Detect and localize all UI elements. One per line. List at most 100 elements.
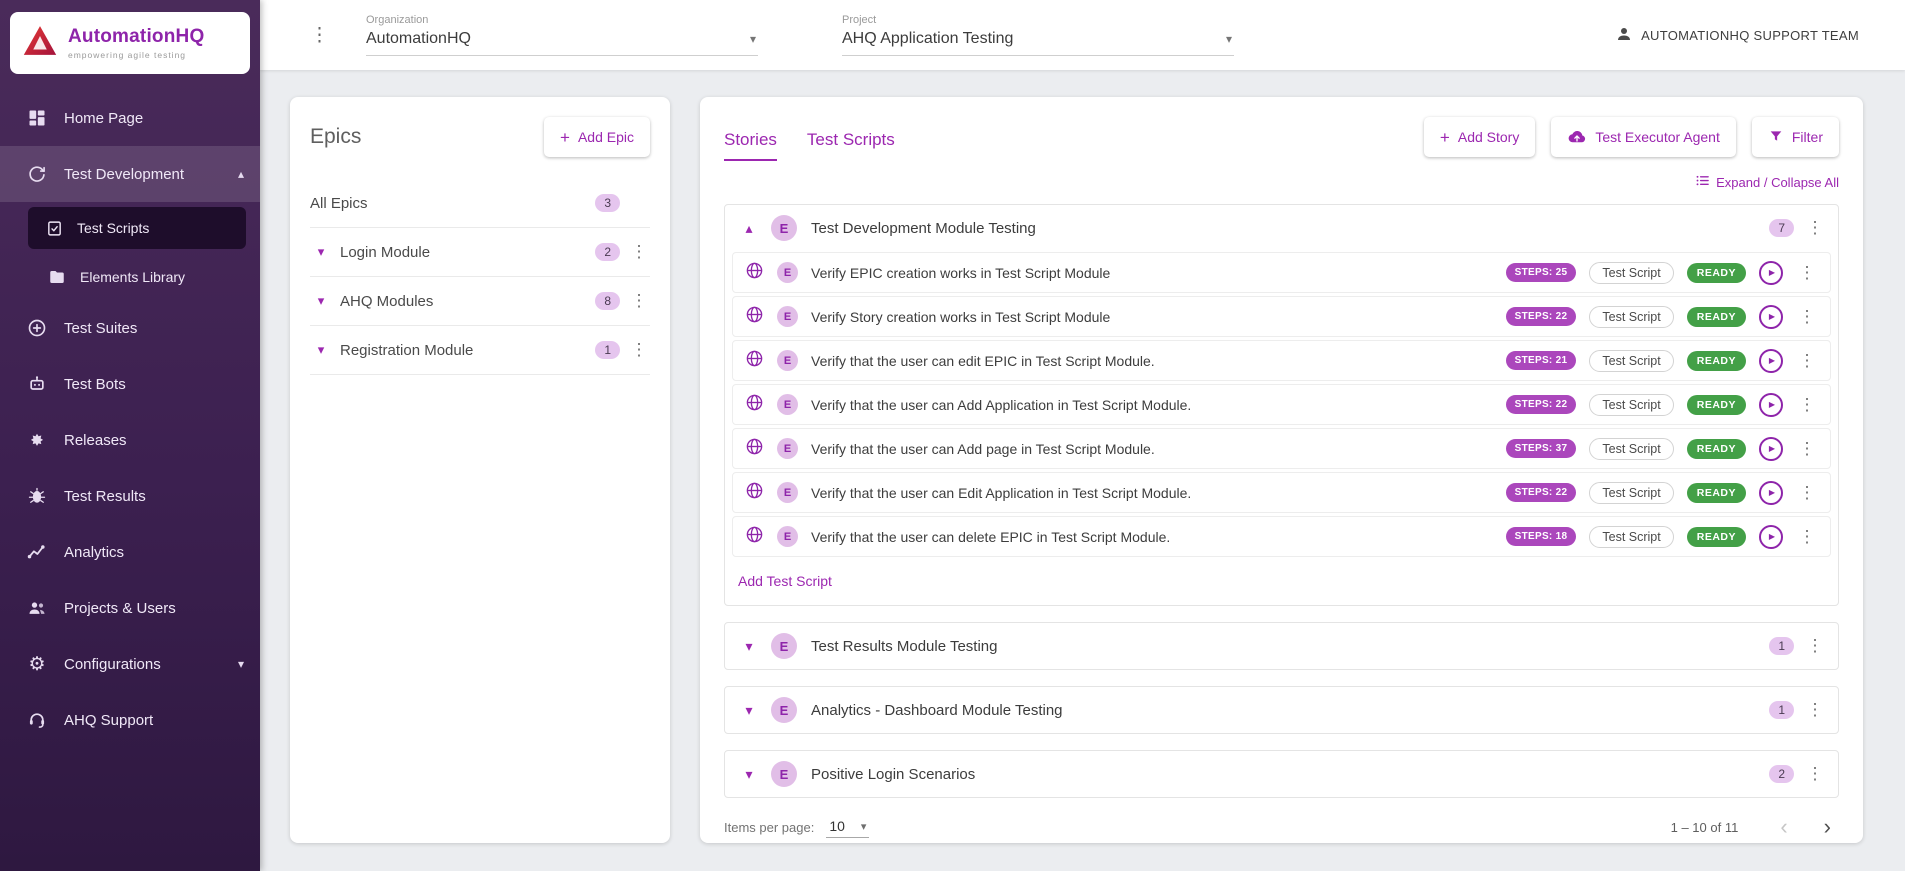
organization-select[interactable]: Organization AutomationHQ ▾ (366, 14, 758, 56)
epic-group-count-badge: 2 (1769, 765, 1794, 783)
chevron-down-icon[interactable]: ▾ (310, 342, 332, 358)
project-select[interactable]: Project AHQ Application Testing ▾ (842, 14, 1234, 56)
sidebar-item-projects-users[interactable]: Projects & Users (0, 580, 260, 636)
run-button[interactable]: ▶ (1759, 260, 1783, 285)
run-button[interactable]: ▶ (1759, 304, 1783, 329)
plus-icon: + (1439, 127, 1450, 147)
tab-stories[interactable]: Stories (724, 130, 777, 161)
chevron-down-icon[interactable]: ▾ (737, 766, 761, 783)
sidebar-item-elements-library[interactable]: Elements Library (0, 254, 260, 300)
globe-icon (745, 261, 764, 285)
expand-collapse-all-link[interactable]: Expand / Collapse All (1695, 173, 1839, 191)
story-row[interactable]: E Verify Story creation works in Test Sc… (732, 296, 1831, 337)
sidebar-item-test-scripts[interactable]: Test Scripts (28, 207, 246, 249)
story-title: Verify Story creation works in Test Scri… (811, 308, 1111, 325)
story-row[interactable]: E Verify that the user can edit EPIC in … (732, 340, 1831, 381)
sidebar-item-ahq-support[interactable]: AHQ Support (0, 692, 260, 748)
story-rows: E Verify EPIC creation works in Test Scr… (725, 251, 1838, 557)
kebab-menu-icon[interactable]: ⋮ (628, 340, 650, 360)
line-chart-icon (26, 542, 48, 562)
kebab-menu-icon[interactable]: ⋮ (1796, 483, 1818, 503)
chevron-up-icon[interactable]: ▴ (238, 167, 244, 181)
chevron-down-icon[interactable]: ▾ (750, 32, 756, 46)
sidebar-item-releases[interactable]: Releases (0, 412, 260, 468)
epic-avatar: E (771, 761, 797, 787)
kebab-menu-icon[interactable]: ⋮ (1804, 636, 1826, 656)
add-story-button[interactable]: + Add Story (1423, 117, 1536, 157)
filter-button[interactable]: Filter (1751, 117, 1839, 157)
story-row[interactable]: E Verify that the user can Add page in T… (732, 428, 1831, 469)
kebab-menu-icon[interactable]: ⋮ (1796, 527, 1818, 547)
kebab-menu-icon[interactable]: ⋮ (1796, 307, 1818, 327)
more-options-icon[interactable]: ⋮ (310, 24, 329, 47)
globe-icon (745, 481, 764, 505)
sidebar-item-test-bots[interactable]: Test Bots (0, 356, 260, 412)
epic-group-title: Test Results Module Testing (811, 637, 998, 655)
bug-icon (26, 486, 48, 506)
chevron-down-icon[interactable]: ▾ (737, 702, 761, 719)
kebab-menu-icon[interactable]: ⋮ (1804, 764, 1826, 784)
users-icon (26, 598, 48, 618)
epic-group-collapsed[interactable]: ▾ E Test Results Module Testing 1 ⋮ (724, 622, 1839, 670)
epic-group-collapsed[interactable]: ▾ E Positive Login Scenarios 2 ⋮ (724, 750, 1839, 798)
tab-test-scripts[interactable]: Test Scripts (807, 130, 895, 161)
epic-avatar: E (777, 438, 798, 459)
kebab-menu-icon[interactable]: ⋮ (1796, 351, 1818, 371)
robot-icon (26, 374, 48, 394)
epic-list-item-all[interactable]: All Epics 3 ⋮ (310, 179, 650, 228)
chevron-down-icon[interactable]: ▾ (238, 657, 244, 671)
chevron-up-icon[interactable]: ▴ (737, 220, 761, 237)
sidebar-item-test-suites[interactable]: Test Suites (0, 300, 260, 356)
sidebar-item-analytics[interactable]: Analytics (0, 524, 260, 580)
run-button[interactable]: ▶ (1759, 436, 1783, 461)
next-page-button[interactable]: › (1824, 816, 1831, 838)
epic-group-collapsed[interactable]: ▾ E Analytics - Dashboard Module Testing… (724, 686, 1839, 734)
epic-avatar: E (771, 215, 797, 241)
kebab-menu-icon[interactable]: ⋮ (1796, 395, 1818, 415)
kebab-menu-icon[interactable]: ⋮ (1804, 218, 1826, 238)
kebab-menu-icon[interactable]: ⋮ (1804, 700, 1826, 720)
story-row[interactable]: E Verify that the user can Edit Applicat… (732, 472, 1831, 513)
epics-list: All Epics 3 ⋮ ▾ Login Module 2 ⋮ ▾ AHQ M… (310, 179, 650, 375)
topbar: ⋮ Organization AutomationHQ ▾ Project AH… (260, 0, 1905, 70)
add-epic-button[interactable]: + Add Epic (544, 117, 650, 157)
add-test-script-link[interactable]: Add Test Script (725, 560, 1838, 605)
chevron-down-icon[interactable]: ▾ (1226, 32, 1232, 46)
sidebar-item-home-page[interactable]: Home Page (0, 90, 260, 146)
kebab-menu-icon[interactable]: ⋮ (1796, 439, 1818, 459)
status-badge: READY (1686, 306, 1746, 327)
pagination: Items per page: 10 ▾ 1 – 10 of 11 ‹ › (724, 816, 1839, 838)
epic-count-badge: 1 (595, 341, 620, 359)
test-executor-agent-button[interactable]: Test Executor Agent (1551, 117, 1736, 157)
story-row[interactable]: E Verify that the user can Add Applicati… (732, 384, 1831, 425)
user-menu[interactable]: AUTOMATIONHQ SUPPORT TEAM (1615, 25, 1859, 46)
sidebar-item-test-development[interactable]: Test Development ▴ (0, 146, 260, 202)
run-button[interactable]: ▶ (1759, 392, 1783, 417)
sidebar-item-label: Home Page (64, 109, 144, 127)
epics-panel: Epics + Add Epic All Epics 3 ⋮ ▾ Login M… (290, 97, 670, 843)
items-per-page-select[interactable]: 10 ▾ (826, 816, 870, 838)
epic-list-item[interactable]: ▾ Login Module 2 ⋮ (310, 228, 650, 277)
run-button[interactable]: ▶ (1759, 524, 1783, 549)
epic-list-item[interactable]: ▾ AHQ Modules 8 ⋮ (310, 277, 650, 326)
sidebar-item-label: Configurations (64, 655, 161, 673)
epic-group-header[interactable]: ▴ E Test Development Module Testing 7 ⋮ (725, 205, 1838, 251)
chevron-down-icon[interactable]: ▾ (310, 244, 332, 260)
kebab-menu-icon[interactable]: ⋮ (628, 242, 650, 262)
previous-page-button[interactable]: ‹ (1780, 816, 1787, 838)
user-name: AUTOMATIONHQ SUPPORT TEAM (1641, 27, 1859, 43)
sidebar-item-test-results[interactable]: Test Results (0, 468, 260, 524)
chevron-down-icon[interactable]: ▾ (737, 638, 761, 655)
story-row[interactable]: E Verify EPIC creation works in Test Scr… (732, 252, 1831, 293)
epic-avatar: E (777, 306, 798, 327)
story-row[interactable]: E Verify that the user can delete EPIC i… (732, 516, 1831, 557)
kebab-menu-icon[interactable]: ⋮ (628, 291, 650, 311)
epic-list-item[interactable]: ▾ Registration Module 1 ⋮ (310, 326, 650, 375)
kebab-menu-icon[interactable]: ⋮ (1796, 263, 1818, 283)
chevron-down-icon[interactable]: ▾ (310, 293, 332, 309)
run-button[interactable]: ▶ (1759, 348, 1783, 373)
logo[interactable]: AutomationHQ empowering agile testing (10, 12, 250, 74)
sidebar-item-configurations[interactable]: ⚙ Configurations ▾ (0, 636, 260, 692)
run-button[interactable]: ▶ (1759, 480, 1783, 505)
folder-icon (46, 268, 68, 286)
